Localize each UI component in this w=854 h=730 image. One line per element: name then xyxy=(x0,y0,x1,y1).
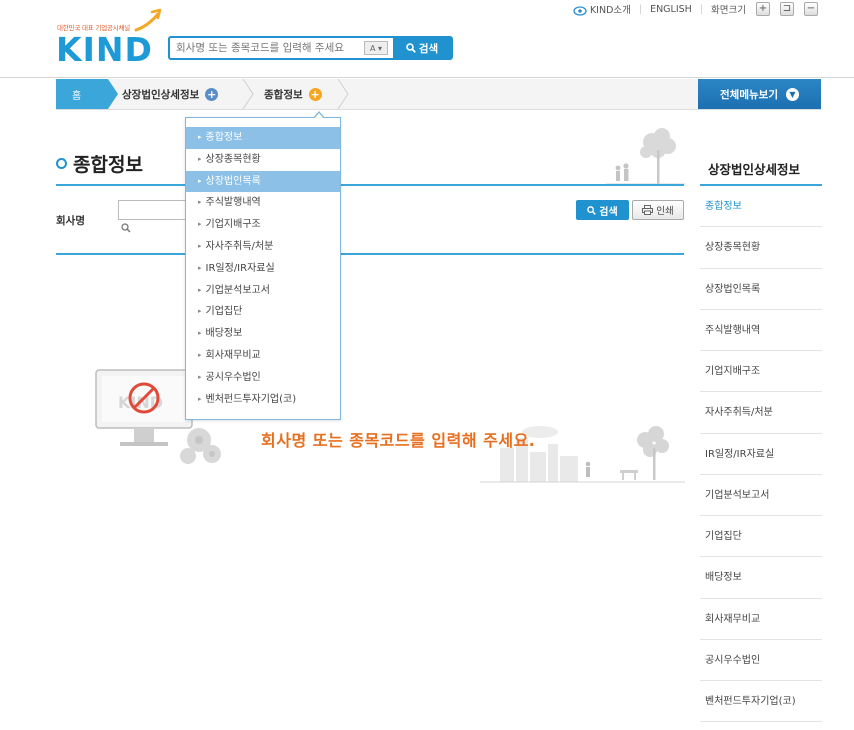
search-icon xyxy=(587,205,597,215)
separator: | xyxy=(638,3,643,15)
sidebar-title: 상장법인상세정보 xyxy=(700,140,822,186)
title-bullet-icon xyxy=(56,158,67,169)
header-divider xyxy=(0,77,854,78)
kind-logo[interactable]: 대한민국 대표 기업공시채널 KIND xyxy=(56,8,166,69)
breadcrumb-home[interactable]: 홈 xyxy=(56,79,118,109)
chevron-right-icon xyxy=(337,79,349,109)
sidebar-item-summary[interactable]: 종합정보 xyxy=(700,186,822,228)
plus-icon[interactable]: + xyxy=(308,87,322,101)
dropdown-item[interactable]: 기업집단 xyxy=(186,301,340,323)
sidebar-item-listed-stocks[interactable]: 상장종목현황 xyxy=(700,227,822,269)
zoom-label: 화면크기 xyxy=(711,5,746,16)
utility-bar: KIND소개 | ENGLISH | 화면크기 + ⊐ − xyxy=(573,2,818,16)
sidebar-item-disclosure-excellence[interactable]: 공시우수법인 xyxy=(700,640,822,681)
dropdown-item[interactable]: 상장종목현황 xyxy=(186,149,340,171)
search-icon xyxy=(406,43,416,53)
print-button-label: 인쇄 xyxy=(656,206,674,217)
tree-illustration-icon xyxy=(606,128,686,185)
sidebar-item-business-groups[interactable]: 기업집단 xyxy=(700,516,822,558)
search-icon[interactable] xyxy=(121,223,131,233)
zoom-reset-button[interactable]: ⊐ xyxy=(780,2,794,16)
eye-icon xyxy=(573,5,587,16)
chevron-right-icon xyxy=(242,79,254,109)
separator: | xyxy=(699,3,704,15)
breadcrumb-dropdown-menu: 종합정보 상장종목현황 상장법인목록 주식발행내역 기업지배구조 자사주취득/처… xyxy=(185,111,341,420)
print-button[interactable]: 인쇄 xyxy=(632,200,684,220)
dropdown-item[interactable]: IR일정/IR자료실 xyxy=(186,258,340,280)
dropdown-item[interactable]: 회사재무비교 xyxy=(186,345,340,367)
dropdown-item[interactable]: 자사주취득/처분 xyxy=(186,236,340,258)
chevron-down-icon: ▼ xyxy=(785,87,799,101)
zoom-out-button[interactable]: − xyxy=(804,2,818,16)
dropdown-item[interactable]: 주식발행내역 xyxy=(186,192,340,214)
sidebar-item-analyst-reports[interactable]: 기업분석보고서 xyxy=(700,475,822,516)
sidebar-item-governance[interactable]: 기업지배구조 xyxy=(700,351,822,393)
dropdown-item[interactable]: 상장법인목록 xyxy=(186,170,340,193)
english-link[interactable]: ENGLISH xyxy=(650,4,692,15)
form-divider xyxy=(56,253,684,255)
sidebar-item-dividends[interactable]: 배당정보 xyxy=(700,557,822,599)
zoom-in-button[interactable]: + xyxy=(756,2,770,16)
global-search: A ▾ 검색 xyxy=(168,36,453,60)
global-search-label: 검색 xyxy=(418,42,439,55)
sidebar-item-listed-companies[interactable]: 상장법인목록 xyxy=(700,269,822,310)
page-title: 종합정보 xyxy=(56,150,143,177)
sidebar: 상장법인상세정보 종합정보 상장종목현황 상장법인목록 주식발행내역 기업지배구… xyxy=(700,140,822,723)
empty-state-message: 회사명 또는 종목코드를 입력해 주세요. xyxy=(261,431,536,450)
global-search-input[interactable] xyxy=(170,38,362,58)
printer-icon xyxy=(642,205,654,215)
kind-intro-label: KIND소개 xyxy=(589,5,631,16)
breadcrumb-level2-label: 종합정보 xyxy=(264,88,303,101)
logo-word: KIND xyxy=(56,30,153,69)
breadcrumb-level2[interactable]: 종합정보 + xyxy=(264,79,322,109)
breadcrumb-level1[interactable]: 상장법인상세정보 + xyxy=(122,79,219,109)
all-menu-label: 전체메뉴보기 xyxy=(720,88,778,101)
breadcrumb-level1-label: 상장법인상세정보 xyxy=(122,88,200,101)
dropdown-item[interactable]: 공시우수법인 xyxy=(186,367,340,389)
sidebar-item-venture-fund[interactable]: 벤처펀드투자기업(코) xyxy=(700,681,822,723)
company-name-label: 회사명 xyxy=(56,215,85,227)
title-divider xyxy=(56,184,684,186)
autocomplete-toggle[interactable]: A ▾ xyxy=(364,41,388,55)
all-menu-button[interactable]: 전체메뉴보기 ▼ xyxy=(698,79,821,109)
sidebar-item-financial-compare[interactable]: 회사재무비교 xyxy=(700,599,822,640)
kind-intro-link[interactable]: KIND소개 xyxy=(573,2,631,16)
dropdown-item[interactable]: 벤처펀드투자기업(코) xyxy=(186,389,340,411)
dropdown-item[interactable]: 배당정보 xyxy=(186,323,340,345)
breadcrumb: 홈 상장법인상세정보 + 종합정보 + 전체메뉴보기 ▼ xyxy=(56,79,821,110)
global-search-button[interactable]: 검색 xyxy=(393,37,451,59)
sidebar-item-treasury-stock[interactable]: 자사주취득/처분 xyxy=(700,392,822,434)
plus-icon[interactable]: + xyxy=(205,87,219,101)
page-title-text: 종합정보 xyxy=(73,154,143,176)
sidebar-item-share-issuance[interactable]: 주식발행내역 xyxy=(700,310,822,351)
sidebar-item-ir[interactable]: IR일정/IR자료실 xyxy=(700,434,822,475)
dropdown-item[interactable]: 기업지배구조 xyxy=(186,214,340,236)
search-button[interactable]: 검색 xyxy=(576,200,629,220)
dropdown-item[interactable]: 기업분석보고서 xyxy=(186,280,340,302)
dropdown-item[interactable]: 종합정보 xyxy=(186,127,340,149)
search-button-label: 검색 xyxy=(599,206,618,218)
